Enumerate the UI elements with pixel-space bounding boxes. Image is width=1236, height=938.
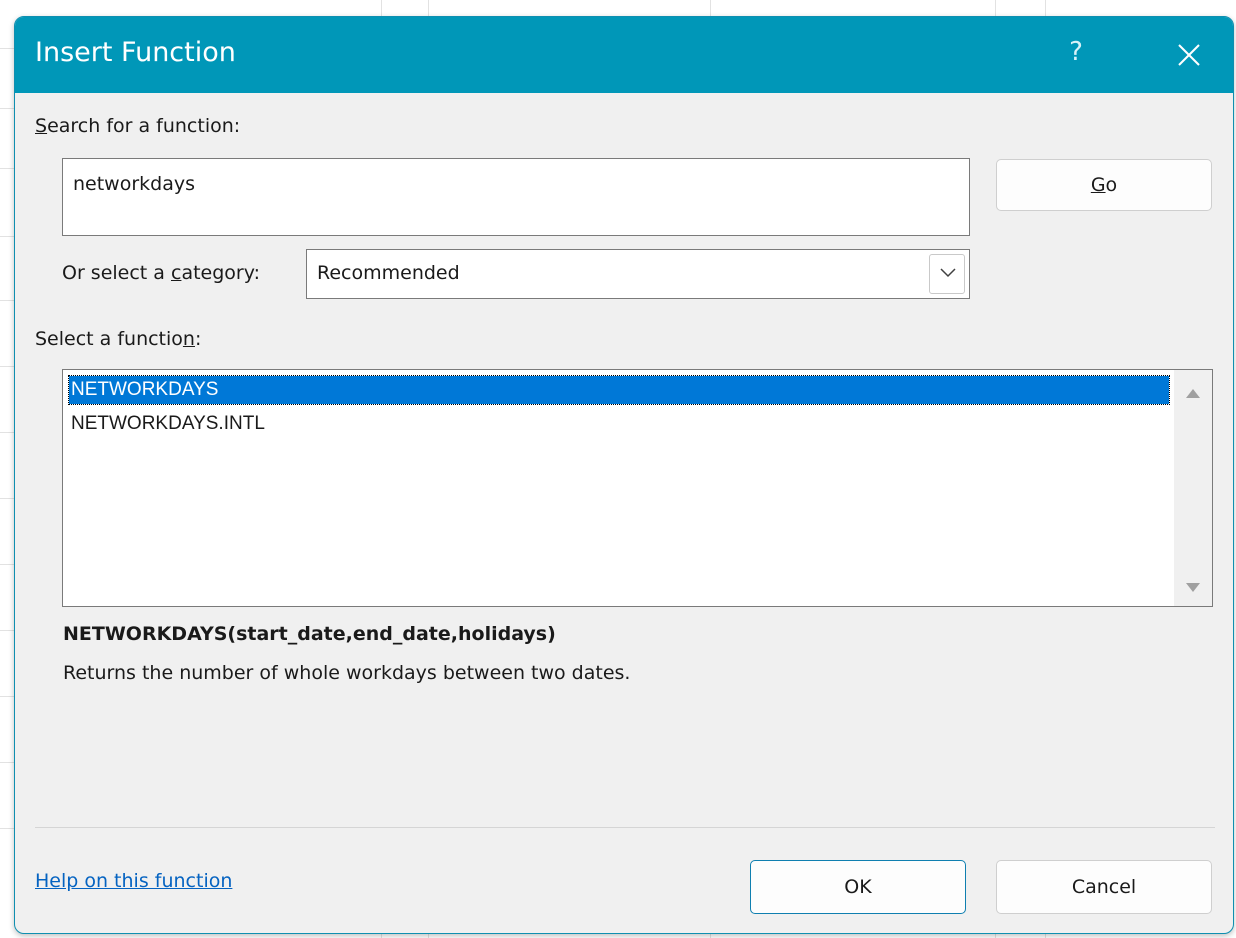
category-select[interactable]: Recommended — [306, 249, 970, 299]
grid-line — [0, 828, 14, 829]
grid-line — [0, 630, 14, 631]
insert-function-dialog: Insert Function ? Search for a function:… — [14, 16, 1234, 934]
grid-line — [0, 236, 14, 237]
scroll-down-arrow-icon[interactable] — [1184, 578, 1202, 596]
accelerator-key: G — [1090, 174, 1106, 196]
function-list-scrollbar[interactable] — [1174, 370, 1212, 606]
grid-line — [0, 762, 14, 763]
dialog-titlebar[interactable]: Insert Function ? — [15, 17, 1233, 93]
category-label-text: ategory: — [181, 262, 260, 284]
category-dropdown-button[interactable] — [929, 254, 965, 294]
function-list[interactable]: NETWORKDAYS NETWORKDAYS.INTL — [62, 369, 1213, 607]
help-on-function-link[interactable]: Help on this function — [35, 870, 232, 892]
grid-line — [0, 48, 14, 49]
cancel-button[interactable]: Cancel — [996, 860, 1212, 914]
category-label-text: Or select a — [62, 262, 171, 284]
grid-line — [0, 108, 14, 109]
category-label: Or select a category: — [62, 262, 260, 284]
grid-line — [0, 498, 14, 499]
grid-line — [0, 696, 14, 697]
ok-button[interactable]: OK — [750, 860, 966, 914]
grid-line — [0, 300, 14, 301]
search-input-value: networkdays — [73, 173, 196, 195]
search-label-text: earch for a function: — [47, 115, 241, 137]
grid-line — [0, 168, 14, 169]
close-button[interactable] — [1159, 29, 1219, 81]
list-item[interactable]: NETWORKDAYS — [68, 375, 1170, 405]
accelerator-key: c — [170, 262, 182, 284]
search-input[interactable]: networkdays — [62, 158, 970, 236]
dialog-title: Insert Function — [35, 37, 236, 68]
grid-line — [0, 366, 14, 367]
function-list-label-text: Select a functio — [35, 328, 183, 350]
category-selected-value: Recommended — [317, 262, 460, 284]
accelerator-key: n — [182, 328, 195, 350]
scroll-up-arrow-icon[interactable] — [1184, 385, 1202, 403]
go-button-label: o — [1105, 174, 1118, 196]
chevron-down-icon — [940, 268, 956, 278]
ok-button-label: OK — [844, 876, 872, 898]
search-label: Search for a function: — [35, 115, 240, 137]
cancel-button-label: Cancel — [1071, 876, 1137, 898]
help-icon[interactable]: ? — [1061, 37, 1091, 67]
function-list-label: Select a function: — [35, 328, 201, 350]
close-icon — [1178, 44, 1200, 66]
go-button[interactable]: Go — [996, 159, 1212, 211]
accelerator-key: S — [35, 115, 48, 137]
function-list-label-text: : — [194, 328, 202, 350]
function-description: Returns the number of whole workdays bet… — [63, 662, 631, 684]
list-item[interactable]: NETWORKDAYS.INTL — [69, 410, 1169, 438]
function-signature: NETWORKDAYS(start_date,end_date,holidays… — [63, 623, 556, 645]
footer-divider — [35, 827, 1215, 828]
grid-line — [0, 564, 14, 565]
grid-line — [0, 432, 14, 433]
